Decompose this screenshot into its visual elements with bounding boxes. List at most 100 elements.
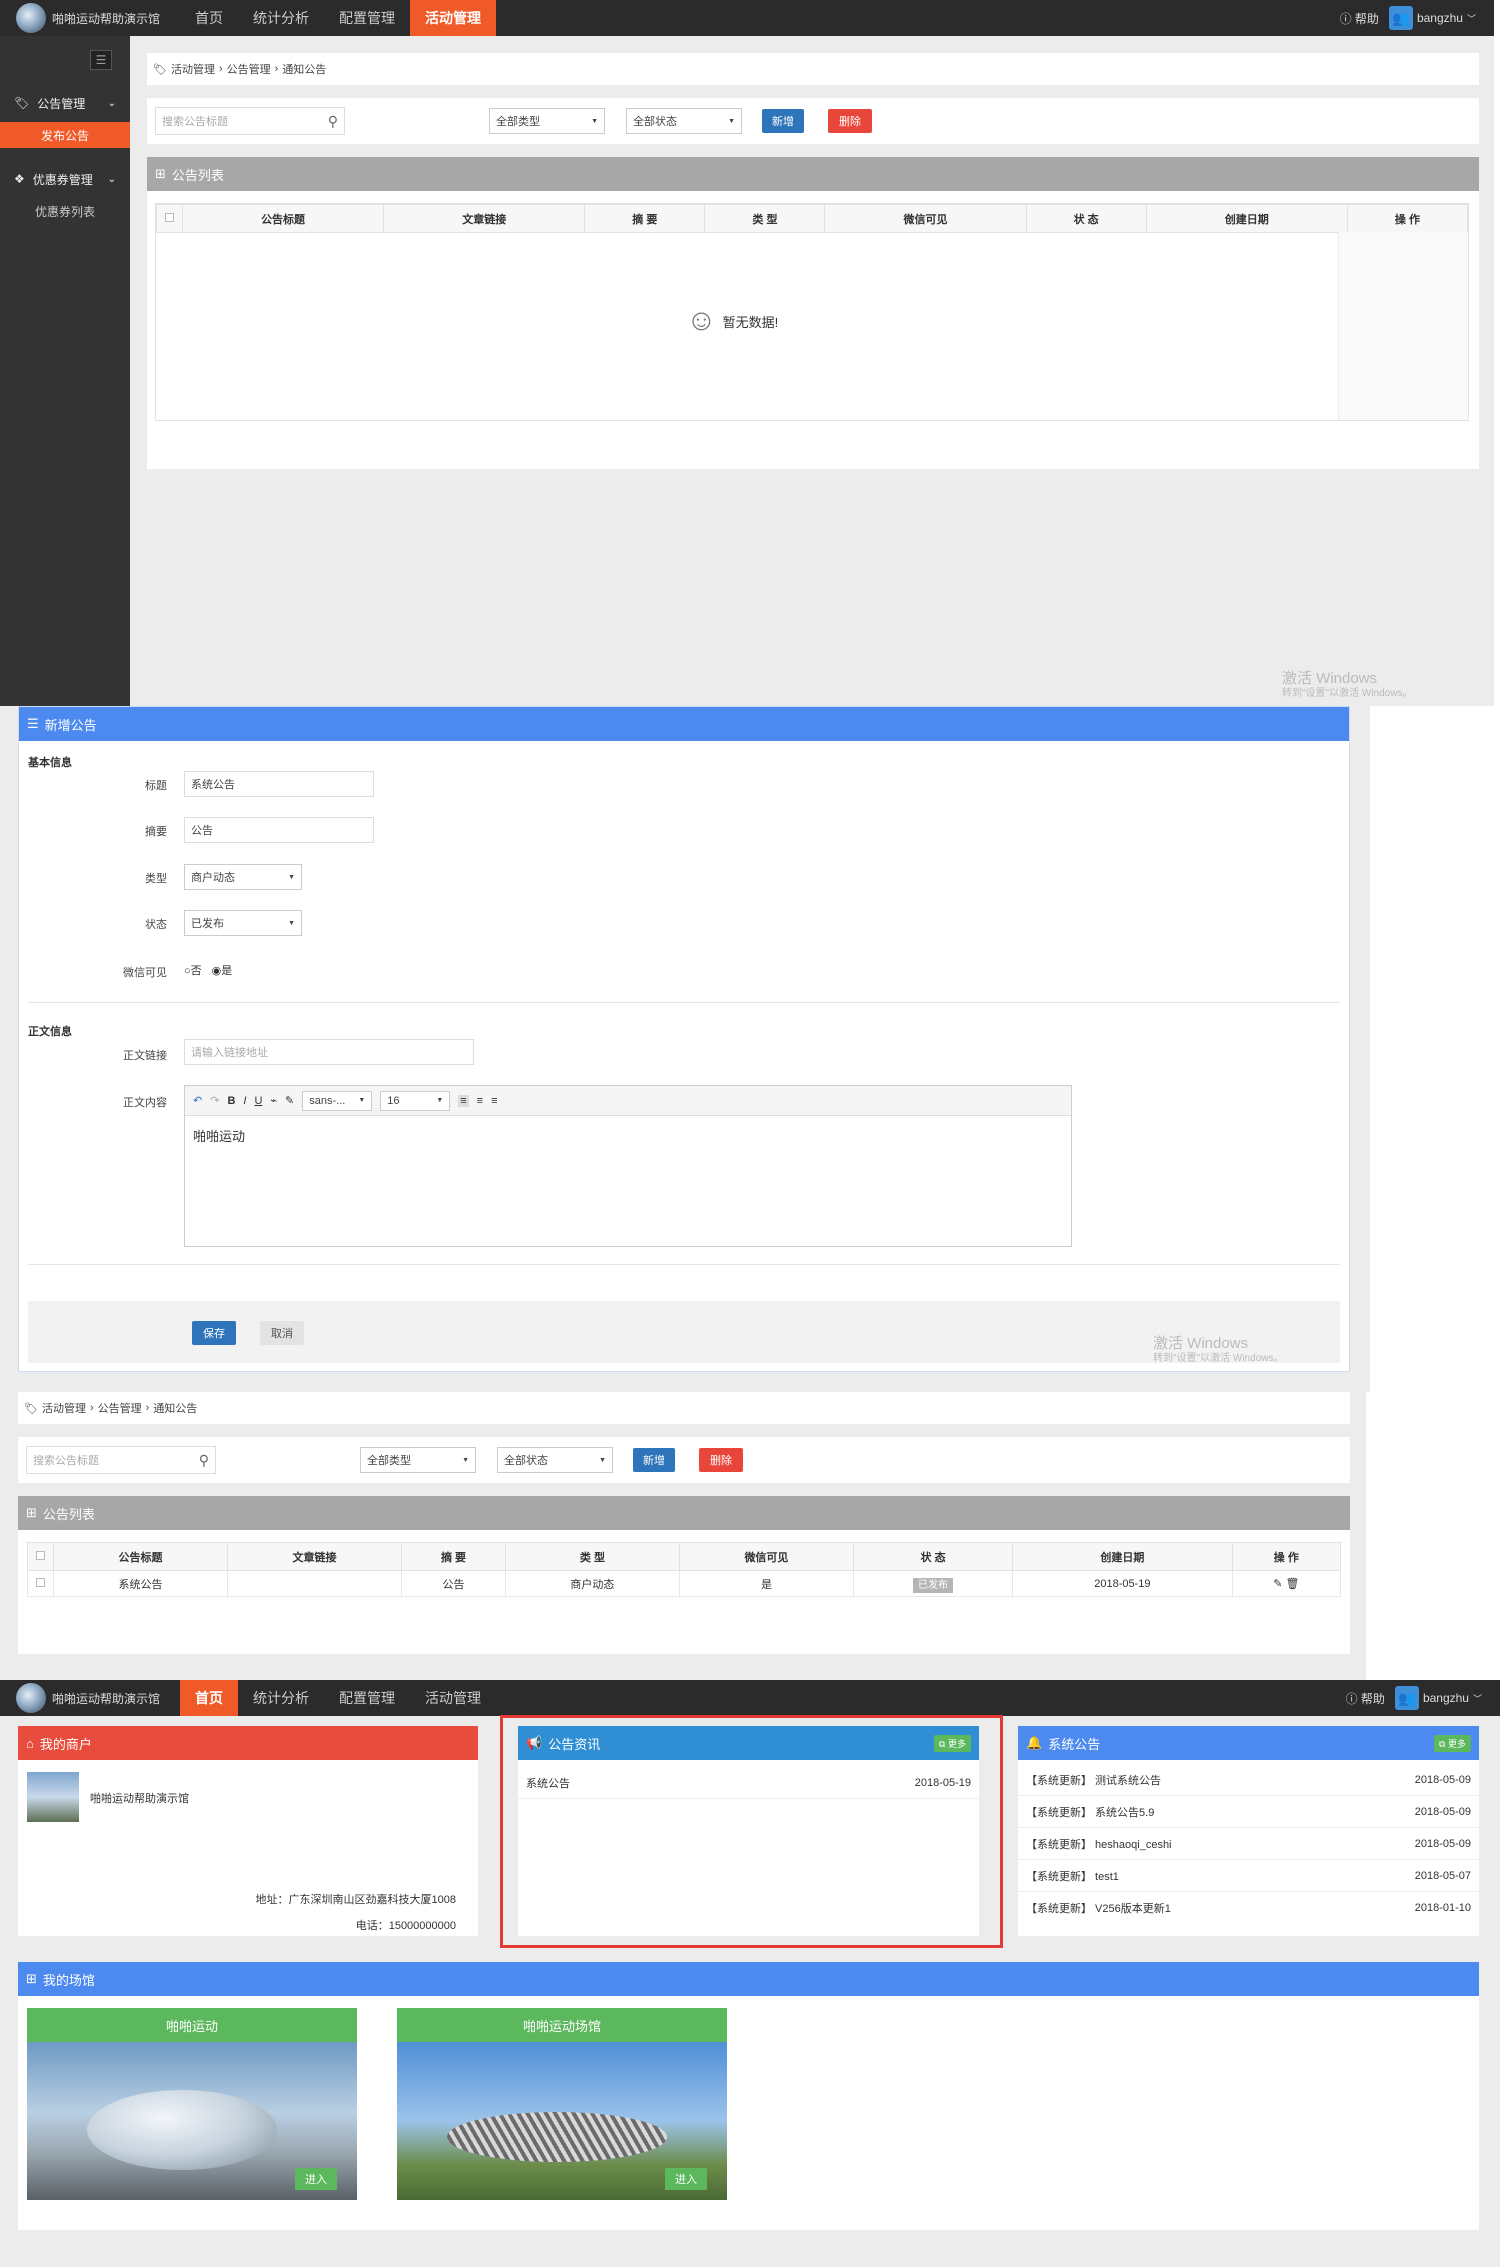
link-field[interactable]: 请输入链接地址 [184, 1039, 474, 1065]
cancel-button[interactable]: 取消 [260, 1321, 304, 1345]
list-header: ⊞ 公告列表 [18, 1496, 1350, 1530]
breadcrumb-l1[interactable]: 活动管理 [171, 61, 215, 77]
main-nav: 首页 统计分析 配置管理 活动管理 [180, 1680, 496, 1716]
col-wechat: 微信可见 [678, 1542, 854, 1571]
nav-activity[interactable]: 活动管理 [410, 1680, 496, 1716]
logo-image [16, 1683, 46, 1713]
link-icon[interactable]: ⌁ [270, 1094, 277, 1107]
list-item[interactable]: 【系统更新】 测试系统公告 2018-05-09 [1018, 1764, 1479, 1796]
align-right-icon[interactable]: ≡ [491, 1095, 497, 1107]
user-menu[interactable]: 👥 bangzhu ﹀ [1394, 1686, 1482, 1710]
font-family-value: sans-... [309, 1094, 346, 1107]
type-select[interactable]: 全部类型 ▼ [489, 108, 605, 134]
undo-icon[interactable]: ↶ [193, 1094, 202, 1107]
sidebar-group-coupons[interactable]: ❖ 优惠券管理 ⌄ [0, 160, 130, 198]
type-select[interactable]: 全部类型 ▼ [360, 1447, 476, 1473]
font-size-value: 16 [387, 1094, 400, 1107]
nav-config[interactable]: 配置管理 [324, 1680, 410, 1716]
breadcrumb-l3: 通知公告 [153, 1403, 198, 1415]
trash-icon[interactable]: 🗑 [1285, 1578, 1299, 1590]
wechat-yes-radio[interactable]: ◉是 [212, 962, 233, 978]
col-link: 文章链接 [227, 1542, 403, 1571]
help-link[interactable]: ⓘ 帮助 [1340, 10, 1379, 27]
select-all-checkbox[interactable] [27, 1542, 54, 1571]
form-title: 新增公告 [44, 717, 97, 733]
bold-icon[interactable]: B [227, 1095, 235, 1107]
sidebar-group-announcements[interactable]: 🏷 公告管理 ⌄ [0, 84, 130, 122]
add-button[interactable]: 新增 [762, 109, 804, 133]
font-family-select[interactable]: sans-... ▼ [302, 1090, 373, 1111]
delete-button[interactable]: 删除 [699, 1448, 743, 1472]
sys-item-title: 【系统更新】 heshaoqi_ceshi [1026, 1838, 1172, 1851]
edit-icon[interactable]: ✎ [1273, 1578, 1282, 1590]
type-select-form[interactable]: 商户动态 ▼ [184, 864, 302, 890]
title-field[interactable]: 系统公告 [184, 771, 374, 797]
user-name: bangzhu [1422, 1691, 1469, 1705]
nav-home[interactable]: 首页 [180, 1680, 238, 1716]
redo-icon[interactable]: ↷ [210, 1094, 219, 1107]
summary-field[interactable]: 公告 [184, 817, 374, 843]
watermark-sub: 转到"设置"以激活 Windows。 [1282, 688, 1413, 699]
venues-panel: ⊞ 我的场馆 啪啪运动 进入 啪啪运动场馆 进入 [18, 1962, 1479, 2230]
sys-more-button[interactable]: ⧉ 更多 [1434, 1734, 1471, 1752]
app-logo[interactable]: 啪啪运动帮助演示馆 [0, 1683, 180, 1713]
sidebar-item-coupon-list[interactable]: 优惠券列表 [0, 198, 130, 224]
list-title: 公告列表 [42, 1506, 95, 1522]
wechat-no-radio[interactable]: ○否 [184, 962, 202, 978]
list-icon: ☰ [27, 716, 39, 731]
delete-button[interactable]: 删除 [828, 109, 872, 133]
venue-enter-button[interactable]: 进入 [665, 2168, 707, 2190]
sys-item-date: 2018-01-10 [1414, 1902, 1471, 1914]
align-left-icon[interactable]: ≡ [458, 1094, 469, 1107]
list-item[interactable]: 【系统更新】 V256版本更新1 2018-01-10 [1018, 1892, 1479, 1924]
editor-body[interactable]: 啪啪运动 [185, 1116, 1071, 1155]
app-logo[interactable]: 啪啪运动帮助演示馆 [0, 3, 180, 33]
nav-config[interactable]: 配置管理 [324, 0, 410, 36]
news-item-title: 系统公告 [526, 1777, 570, 1790]
search-icon[interactable]: ⚲ [328, 113, 338, 130]
status-select[interactable]: 全部状态 ▼ [626, 108, 742, 134]
sitemap-icon: ⊞ [26, 1505, 37, 1520]
search-input[interactable]: 搜索公告标题 ⚲ [155, 107, 345, 135]
nav-activity[interactable]: 活动管理 [410, 0, 496, 36]
search-input[interactable]: 搜索公告标题 ⚲ [26, 1446, 216, 1474]
list-item[interactable]: 【系统更新】 heshaoqi_ceshi 2018-05-09 [1018, 1828, 1479, 1860]
font-size-select[interactable]: 16 ▼ [380, 1090, 451, 1111]
breadcrumb-l2[interactable]: 公告管理 [227, 61, 271, 77]
align-center-icon[interactable]: ≡ [477, 1095, 483, 1107]
row-checkbox[interactable] [27, 1570, 54, 1597]
help-icon: ⓘ [1339, 11, 1352, 26]
add-button[interactable]: 新增 [633, 1448, 675, 1472]
venue-enter-button[interactable]: 进入 [295, 2168, 337, 2190]
merchant-card-title: 我的商户 [39, 1736, 92, 1752]
announcement-table-empty: 公告标题 文章链接 摘 要 类 型 微信可见 状 态 创建日期 操 作 [156, 204, 1469, 233]
caret-icon: ▼ [436, 1097, 444, 1104]
table-wrap: 公告标题 文章链接 摘 要 类 型 微信可见 状 态 创建日期 操 作 ☺ 暂无… [155, 203, 1469, 421]
status-select[interactable]: 全部状态 ▼ [497, 1447, 613, 1473]
select-all-checkbox[interactable] [156, 204, 183, 233]
breadcrumb-l1[interactable]: 活动管理 [42, 1400, 86, 1416]
underline-icon[interactable]: U [254, 1095, 262, 1107]
list-item[interactable]: 【系统更新】 test1 2018-05-07 [1018, 1860, 1479, 1892]
eraser-icon[interactable]: ✎ [285, 1094, 294, 1107]
tag-icon: 🏷 [14, 96, 30, 110]
status-select-form[interactable]: 已发布 ▼ [184, 910, 302, 936]
nav-home[interactable]: 首页 [180, 0, 238, 36]
list-item[interactable]: 系统公告 2018-05-19 [518, 1767, 979, 1799]
nav-stats[interactable]: 统计分析 [238, 0, 324, 36]
status-value: 已发布 [191, 918, 224, 930]
news-more-button[interactable]: ⧉ 更多 [934, 1734, 971, 1752]
list-item[interactable]: 【系统更新】 系统公告5.9 2018-05-09 [1018, 1796, 1479, 1828]
save-button[interactable]: 保存 [192, 1321, 236, 1345]
user-menu[interactable]: 👥 bangzhu ﹀ [1388, 6, 1476, 30]
more-label: 更多 [947, 1738, 966, 1749]
screen-add-form: ☰ 新增公告 基本信息 标题 系统公告 摘要 公告 类型 商户动态 ▼ 状态 已发… [0, 706, 1370, 1392]
italic-icon[interactable]: I [243, 1095, 246, 1107]
type-label: 类型 [145, 873, 167, 885]
breadcrumb-l2[interactable]: 公告管理 [98, 1400, 142, 1416]
sidebar-item-publish[interactable]: 发布公告 [0, 122, 130, 148]
search-icon[interactable]: ⚲ [199, 1452, 209, 1469]
help-link[interactable]: ⓘ 帮助 [1346, 1690, 1385, 1707]
menu-icon[interactable]: ☰ [90, 50, 112, 70]
nav-stats[interactable]: 统计分析 [238, 1680, 324, 1716]
